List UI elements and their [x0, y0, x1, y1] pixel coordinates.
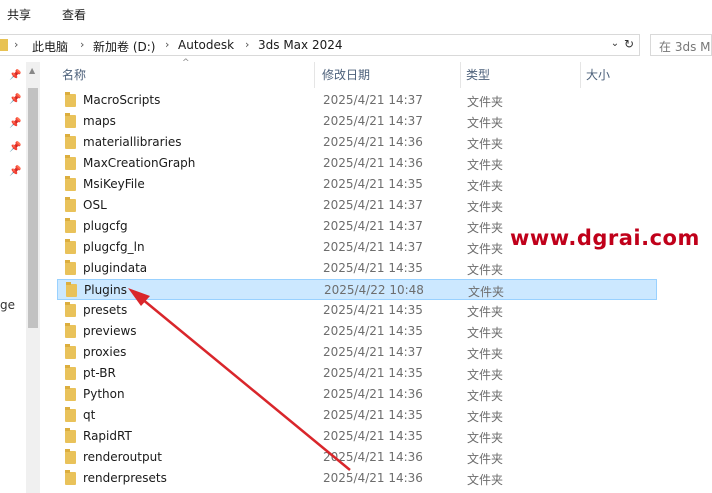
arrow-shaft	[135, 293, 351, 471]
annotation-arrow	[128, 288, 351, 471]
